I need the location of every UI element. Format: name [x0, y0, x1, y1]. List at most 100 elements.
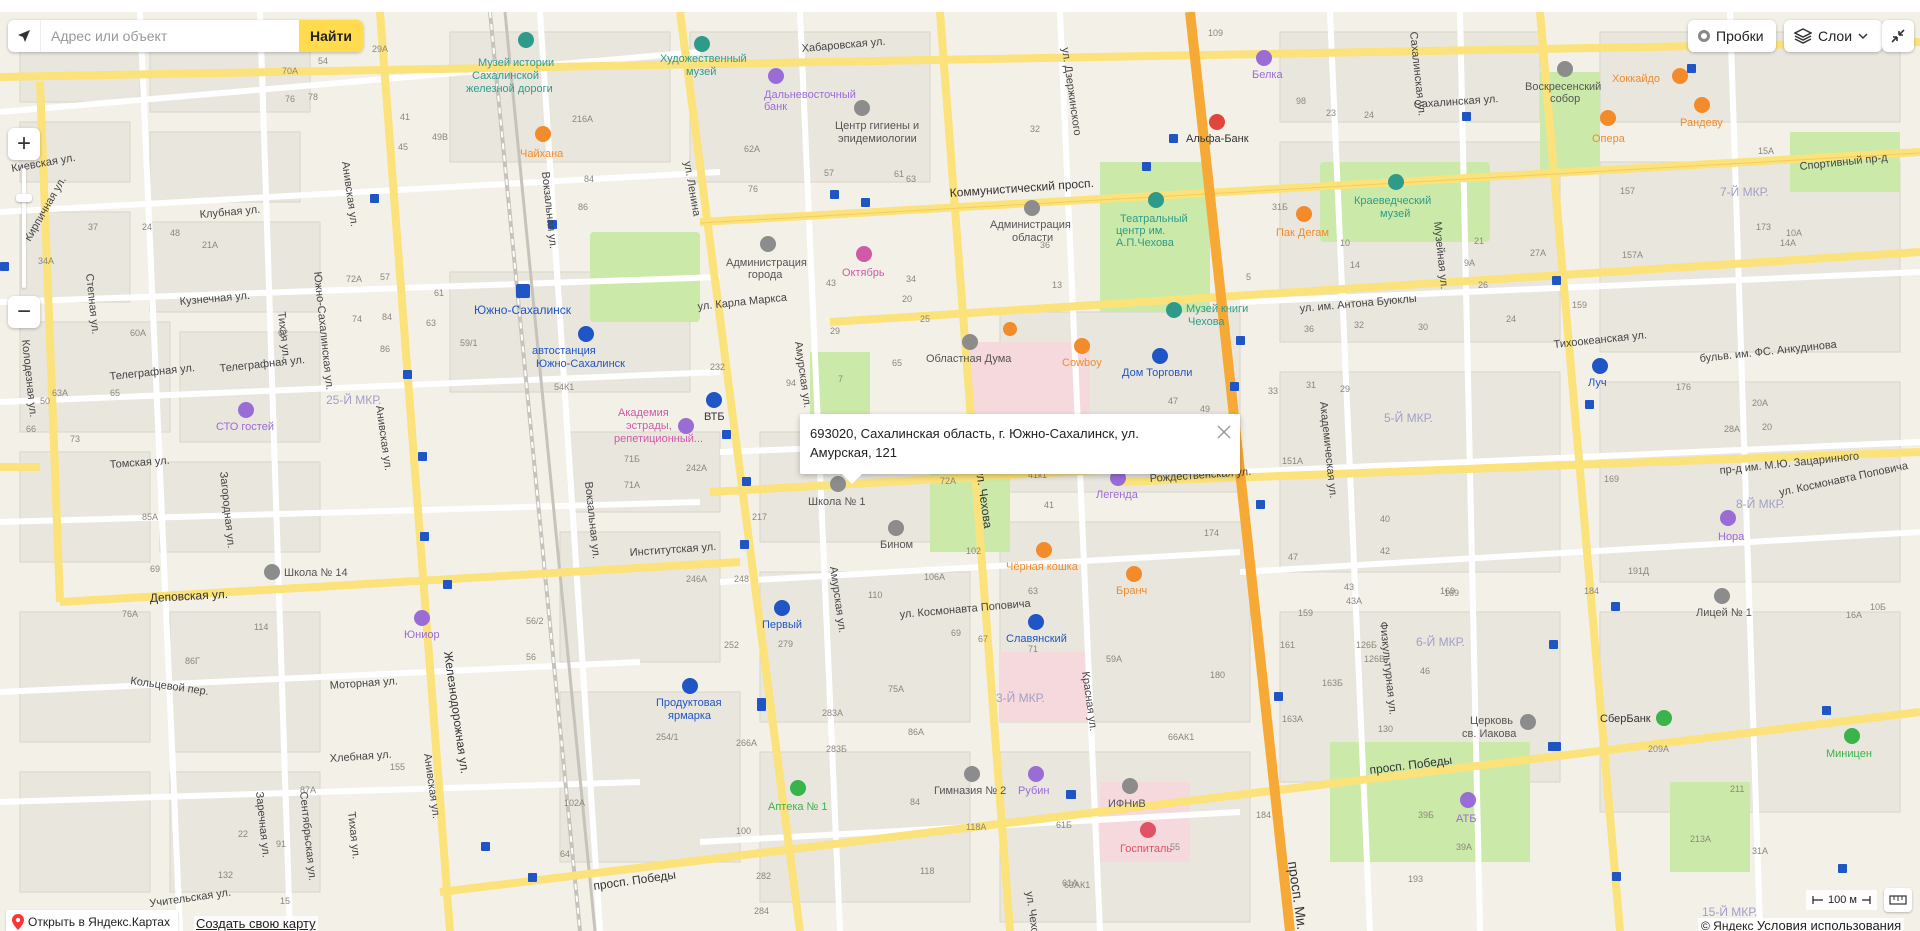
zoom-slider-track[interactable] [22, 168, 26, 288]
svg-text:45: 45 [398, 142, 408, 152]
svg-text:60А: 60А [130, 328, 146, 338]
svg-text:193: 193 [1408, 874, 1423, 884]
svg-text:246А: 246А [686, 574, 707, 584]
svg-text:Администрация: Администрация [990, 219, 1071, 231]
svg-text:87А: 87А [300, 785, 316, 795]
svg-text:54: 54 [318, 56, 328, 66]
svg-text:86: 86 [380, 344, 390, 354]
svg-text:10Б: 10Б [1870, 602, 1886, 612]
svg-text:163А: 163А [1282, 714, 1303, 724]
svg-text:железной дороги: железной дороги [466, 83, 553, 95]
svg-text:Хоккайдо: Хоккайдо [1612, 73, 1660, 85]
svg-text:42: 42 [1380, 546, 1390, 556]
location-arrow-icon [18, 30, 30, 42]
svg-text:25: 25 [920, 314, 930, 324]
svg-text:Академия: Академия [618, 407, 669, 419]
scale-label: 100 м [1828, 894, 1857, 906]
svg-text:Белка: Белка [1252, 69, 1283, 81]
svg-text:св. Иакова: св. Иакова [1462, 728, 1517, 740]
svg-text:31Б: 31Б [1272, 202, 1288, 212]
svg-text:39Б: 39Б [1418, 810, 1434, 820]
ruler-icon [1889, 895, 1907, 905]
svg-text:75А: 75А [888, 684, 904, 694]
svg-text:8-Й МКР.: 8-Й МКР. [1736, 496, 1785, 511]
find-button[interactable]: Найти [299, 20, 363, 52]
svg-text:86Г: 86Г [185, 656, 200, 666]
open-in-yandex-maps-button[interactable]: Открыть в Яндекс.Картах [6, 910, 178, 931]
svg-text:29: 29 [830, 326, 840, 336]
svg-text:173: 173 [1756, 222, 1771, 232]
svg-text:49: 49 [1200, 404, 1210, 414]
svg-text:184: 184 [1256, 810, 1271, 820]
svg-text:Альфа-Банк: Альфа-Банк [1186, 133, 1249, 145]
svg-text:151А: 151А [1282, 456, 1303, 466]
svg-text:32: 32 [1030, 124, 1040, 134]
svg-text:Опера: Опера [1592, 133, 1626, 145]
svg-text:74: 74 [352, 314, 362, 324]
layers-label: Слои [1818, 28, 1853, 44]
svg-text:76: 76 [285, 94, 295, 104]
svg-text:169: 169 [1604, 474, 1619, 484]
svg-text:71А: 71А [624, 480, 640, 490]
collapse-icon [1891, 29, 1905, 43]
svg-text:автостанция: автостанция [532, 345, 596, 357]
svg-text:Воскресенский: Воскресенский [1525, 81, 1601, 93]
zoom-in-button[interactable]: + [8, 128, 40, 160]
svg-text:176: 176 [1676, 382, 1691, 392]
svg-text:63: 63 [426, 318, 436, 328]
svg-text:132: 132 [218, 870, 233, 880]
scale-end-icon [1861, 896, 1871, 904]
svg-text:24: 24 [1506, 314, 1516, 324]
svg-text:100: 100 [736, 826, 751, 836]
svg-text:98: 98 [1296, 96, 1306, 106]
terms-link[interactable]: Условия использования [1757, 918, 1901, 931]
svg-text:10А: 10А [1786, 228, 1802, 238]
svg-text:284: 284 [754, 906, 769, 916]
svg-text:71: 71 [1028, 644, 1038, 654]
svg-text:242А: 242А [686, 463, 707, 473]
svg-text:169: 169 [1440, 586, 1455, 596]
locate-me-button[interactable] [8, 20, 41, 52]
svg-text:43: 43 [1344, 582, 1354, 592]
svg-text:43А: 43А [1346, 596, 1362, 606]
create-map-link[interactable]: Создать свою карту [194, 916, 318, 931]
svg-text:71Б: 71Б [624, 454, 640, 464]
svg-text:216А: 216А [572, 114, 593, 124]
svg-text:Бранч: Бранч [1116, 585, 1147, 597]
svg-text:232: 232 [710, 362, 725, 372]
svg-text:47: 47 [1168, 396, 1178, 406]
svg-text:63А: 63А [52, 388, 68, 398]
svg-text:29: 29 [1340, 384, 1350, 394]
svg-text:118: 118 [920, 866, 934, 876]
traffic-button[interactable]: Пробки [1688, 20, 1776, 52]
poi-sberbank: СберБанк [1600, 710, 1672, 726]
svg-text:41: 41 [400, 112, 410, 122]
svg-text:59А: 59А [1106, 654, 1122, 664]
search-input[interactable] [41, 20, 299, 52]
svg-text:64: 64 [560, 849, 570, 859]
map-canvas[interactable]: Хабаровская ул. ул. Ленина Коммунистичес… [0, 12, 1920, 931]
svg-text:Продуктовая: Продуктовая [656, 697, 722, 709]
svg-text:20: 20 [902, 294, 912, 304]
zoom-out-button[interactable]: − [8, 296, 40, 328]
svg-text:114: 114 [254, 622, 268, 632]
svg-text:Октябрь: Октябрь [842, 267, 885, 279]
svg-text:283Б: 283Б [826, 744, 847, 754]
svg-text:86А: 86А [908, 727, 924, 737]
svg-text:Пак Дегам: Пак Дегам [1276, 227, 1329, 239]
svg-text:15: 15 [280, 896, 290, 906]
svg-text:66: 66 [26, 424, 36, 434]
close-icon[interactable] [1216, 424, 1232, 440]
popup-tail [842, 474, 862, 484]
zoom-slider-thumb[interactable] [16, 194, 32, 202]
ruler-button[interactable] [1884, 888, 1912, 912]
svg-text:Рубин: Рубин [1018, 785, 1049, 797]
svg-text:279: 279 [778, 639, 793, 649]
fullscreen-button[interactable] [1882, 20, 1914, 52]
svg-text:Cowboy: Cowboy [1062, 357, 1102, 369]
svg-text:118А: 118А [966, 822, 986, 832]
layers-button[interactable]: Слои [1784, 20, 1882, 52]
svg-text:56: 56 [526, 652, 536, 662]
svg-text:57: 57 [380, 272, 390, 282]
svg-text:Дом Торговли: Дом Торговли [1122, 367, 1192, 379]
